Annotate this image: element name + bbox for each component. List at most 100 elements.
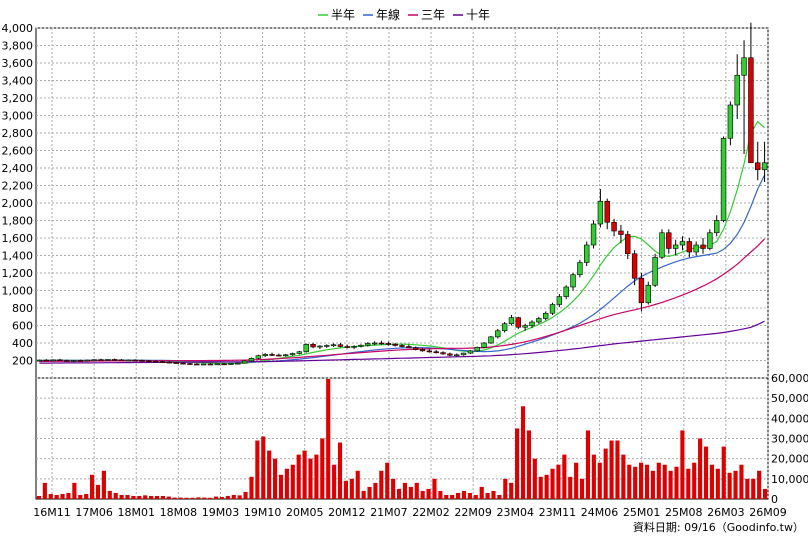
candle-down — [604, 200, 610, 223]
candle-down — [207, 363, 214, 366]
candle-down — [166, 361, 173, 364]
volume-bar — [296, 454, 301, 499]
volume-bar — [721, 446, 726, 499]
candle-up — [488, 336, 494, 344]
candle-up — [303, 344, 309, 353]
candle-up — [495, 330, 501, 338]
volume-bar — [615, 440, 620, 499]
volume-bar — [568, 476, 573, 499]
candle-up — [317, 345, 323, 348]
candle-up — [248, 358, 255, 362]
candle-down — [173, 362, 179, 364]
candle-down — [221, 363, 227, 366]
volume-bar — [556, 464, 561, 499]
volume-bar — [692, 462, 697, 499]
volume-bar — [579, 478, 585, 499]
candle-up — [522, 325, 528, 328]
candle-down — [64, 360, 70, 362]
price-tick-label: 2,600 — [2, 145, 34, 158]
candle-up — [659, 232, 665, 258]
candle-up — [235, 362, 241, 365]
volume-bar — [101, 470, 106, 499]
volume-bar — [438, 490, 443, 499]
date-tick-label: 26M03 — [707, 506, 745, 519]
candle-up — [91, 359, 97, 361]
volume-bar — [479, 486, 484, 499]
date-tick-label: 19M10 — [244, 506, 282, 519]
date-tick-label: 22M02 — [412, 506, 450, 519]
candle-up — [50, 359, 56, 362]
candle-down — [666, 232, 672, 249]
candle-down — [194, 363, 200, 366]
volume-bar — [361, 490, 366, 499]
price-tick-label: 3,600 — [2, 57, 34, 70]
volume-bar — [532, 458, 537, 499]
volume-bar — [633, 466, 638, 499]
volume-bar — [497, 494, 502, 499]
volume-bar — [709, 464, 714, 499]
volume-bar — [621, 454, 626, 499]
candle-down — [406, 346, 412, 349]
candle-up — [289, 353, 296, 356]
date-tick-label: 26M09 — [749, 506, 787, 519]
price-tick-label: 400 — [12, 337, 33, 350]
candle-up — [563, 286, 569, 297]
date-tick-label: 23M04 — [497, 506, 535, 519]
volume-bar — [249, 476, 254, 499]
volume-bar — [467, 492, 472, 499]
price-tick-label: 1,200 — [2, 267, 34, 280]
candle-down — [625, 234, 631, 255]
price-tick-label: 3,800 — [2, 40, 34, 53]
volume-bar — [703, 446, 709, 499]
volume-bar — [733, 470, 738, 499]
candle-up — [460, 352, 467, 356]
volume-bar — [762, 488, 768, 499]
candle-up — [741, 57, 747, 76]
candle-up — [577, 262, 583, 276]
volume-bar — [231, 494, 236, 499]
volume-bar — [668, 470, 673, 499]
volume-bar — [414, 482, 419, 499]
candle-up — [105, 359, 111, 361]
candle-up — [713, 220, 720, 234]
date-tick-label: 21M07 — [370, 506, 408, 519]
volume-bar — [320, 438, 325, 499]
price-tick-label: 3,000 — [2, 110, 34, 123]
volume-bar — [757, 470, 762, 499]
volume-bar — [190, 497, 195, 499]
volume-bar — [314, 454, 319, 499]
volume-bar — [538, 476, 543, 499]
volume-bar — [432, 478, 437, 499]
volume-bar — [715, 468, 720, 499]
legend-label: 三年 — [421, 8, 445, 22]
candle-up — [351, 346, 357, 348]
volume-bar — [202, 497, 207, 499]
volume-bar — [131, 495, 136, 499]
price-tick-label: 2,200 — [2, 180, 34, 193]
candle-up — [542, 312, 549, 319]
candle-up — [761, 162, 768, 171]
candle-down — [426, 350, 433, 353]
price-axis-ticks: 200 400 600 800 1,000 1,200 1,400 1,600 1,800 2,0… — [2, 22, 34, 368]
volume-bar — [373, 482, 378, 499]
volume-bar — [585, 430, 591, 499]
candle-down — [139, 360, 145, 362]
volume-bar — [680, 430, 685, 499]
volume-bar — [143, 495, 148, 499]
volume-axis-ticks: 0 10,000 20,000 30,000 40,000 50,000 60,000 — [771, 372, 808, 506]
candle-down — [440, 352, 446, 355]
candle-up — [228, 363, 234, 365]
candle-down — [611, 221, 617, 232]
volume-bar — [48, 493, 53, 499]
candle-up — [536, 318, 542, 323]
volume-bar — [72, 482, 77, 499]
candle-up — [296, 351, 303, 354]
volume-bar — [644, 464, 650, 499]
volume-bar — [609, 440, 614, 499]
candle-down — [618, 230, 624, 235]
volume-bar — [603, 448, 608, 499]
volume-bar — [302, 450, 307, 499]
candle-down — [378, 342, 385, 345]
volume-bar — [149, 495, 154, 499]
volume-bar — [261, 436, 266, 499]
